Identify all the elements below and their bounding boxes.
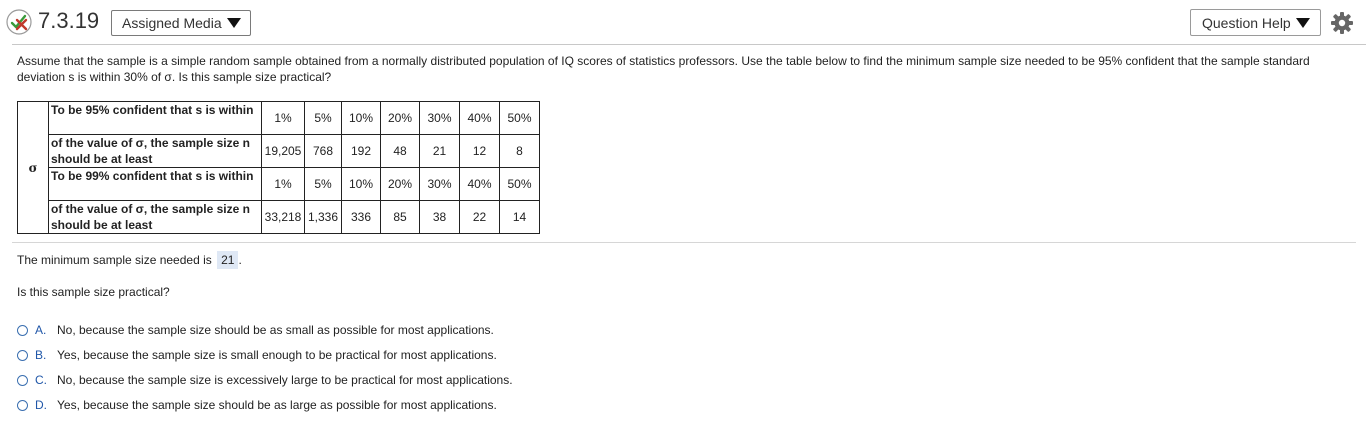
question-number: 7.3.19 (38, 8, 100, 33)
table-cell: 192 (341, 134, 381, 168)
row-label: To be 99% confident that s is within (48, 167, 262, 201)
table-row: of the value of σ, the sample size n sho… (18, 134, 540, 168)
table-cell: 5% (304, 167, 342, 201)
table-cell: 19,205 (261, 134, 305, 168)
table-cell: 20% (380, 167, 420, 201)
section-divider (12, 242, 1356, 243)
table-cell: 10% (341, 167, 381, 201)
option-a[interactable]: A. No, because the sample size should be… (17, 321, 494, 339)
table-cell: 40% (459, 101, 500, 135)
table-cell: 30% (419, 167, 460, 201)
assigned-media-label: Assigned Media (122, 15, 222, 31)
gear-icon[interactable] (1330, 11, 1354, 35)
table-row: To be 99% confident that s is within 1% … (18, 167, 540, 201)
option-d[interactable]: D. Yes, because the sample size should b… (17, 396, 497, 414)
option-letter: B. (35, 348, 47, 362)
answer-line: The minimum sample size needed is 21. (17, 251, 242, 269)
radio-button[interactable] (17, 324, 28, 336)
table-cell: 85 (380, 200, 420, 234)
caret-down-icon (1295, 17, 1310, 28)
table-cell: 40% (459, 167, 500, 201)
question-help-label: Question Help (1202, 14, 1291, 31)
option-b[interactable]: B. Yes, because the sample size is small… (17, 346, 497, 364)
table-cell: 1% (261, 167, 305, 201)
sigma-label: σ (17, 101, 49, 234)
table-cell: 1% (261, 101, 305, 135)
row-label: of the value of σ, the sample size n sho… (48, 200, 262, 234)
answer-value-box[interactable]: 21 (217, 251, 239, 269)
toolbar-divider (12, 44, 1366, 45)
assigned-media-button[interactable]: Assigned Media (111, 10, 251, 36)
option-text: No, because the sample size should be as… (57, 323, 494, 337)
caret-down-icon (226, 18, 241, 28)
option-text: Yes, because the sample size should be a… (57, 398, 497, 412)
partially-correct-icon (6, 9, 32, 35)
radio-button[interactable] (17, 349, 28, 361)
practical-question: Is this sample size practical? (17, 285, 170, 299)
table-cell: 33,218 (261, 200, 305, 234)
table-row: of the value of σ, the sample size n sho… (18, 200, 540, 234)
option-letter: C. (35, 373, 47, 387)
row-label: To be 95% confident that s is within (48, 101, 262, 135)
option-letter: D. (35, 398, 47, 412)
radio-button[interactable] (17, 374, 28, 386)
table-cell: 12 (459, 134, 500, 168)
table-cell: 21 (419, 134, 460, 168)
table-cell: 768 (304, 134, 342, 168)
question-toolbar: 7.3.19 Assigned Media Question Help (0, 0, 1366, 44)
table-cell: 5% (304, 101, 342, 135)
table-cell: 14 (499, 200, 540, 234)
answer-suffix: . (238, 253, 242, 267)
option-c[interactable]: C. No, because the sample size is excess… (17, 371, 513, 389)
table-cell: 50% (499, 101, 540, 135)
answer-prefix: The minimum sample size needed is (17, 253, 212, 267)
table-cell: 30% (419, 101, 460, 135)
radio-button[interactable] (17, 399, 28, 411)
question-help-button[interactable]: Question Help (1190, 9, 1321, 36)
table-cell: 50% (499, 167, 540, 201)
sample-size-table: σ To be 95% confident that s is within 1… (17, 101, 540, 234)
table-cell: 8 (499, 134, 540, 168)
table-cell: 10% (341, 101, 381, 135)
table-row: σ To be 95% confident that s is within 1… (17, 101, 540, 234)
table-cell: 22 (459, 200, 500, 234)
option-text: Yes, because the sample size is small en… (57, 348, 497, 362)
question-text: Assume that the sample is a simple rando… (17, 54, 1310, 84)
table-cell: 1,336 (304, 200, 342, 234)
table-cell: 38 (419, 200, 460, 234)
table-cell: 336 (341, 200, 381, 234)
option-letter: A. (35, 323, 47, 337)
row-label: of the value of σ, the sample size n sho… (48, 134, 262, 168)
option-text: No, because the sample size is excessive… (57, 373, 513, 387)
table-cell: 48 (380, 134, 420, 168)
table-cell: 20% (380, 101, 420, 135)
